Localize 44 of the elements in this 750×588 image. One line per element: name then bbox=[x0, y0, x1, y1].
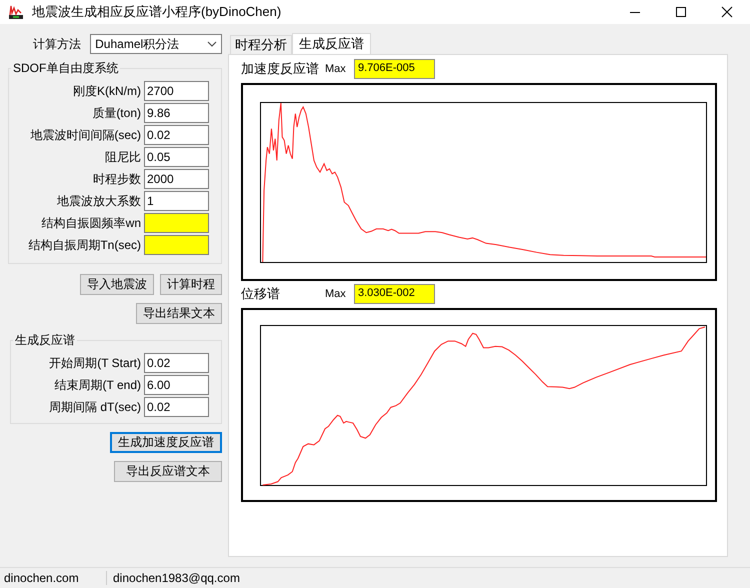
chart-title: 位移谱 bbox=[241, 285, 281, 303]
chevron-icon bbox=[207, 41, 217, 47]
chart-title: 加速度反应谱 bbox=[241, 60, 320, 78]
input-field[interactable]: 0.05 bbox=[144, 147, 209, 167]
field-label: 周期间隔 dT(sec) bbox=[48, 398, 141, 416]
method-dropdown[interactable]: Duhamel积分法 bbox=[90, 34, 222, 54]
input-field[interactable]: 0.02 bbox=[144, 125, 209, 145]
field-label: 刚度K(kN/m) bbox=[73, 82, 141, 100]
window-title: 地震波生成相应反应谱小程序(byDinoChen) bbox=[32, 3, 282, 21]
input-field[interactable] bbox=[144, 213, 209, 233]
button[interactable]: 导出结果文本 bbox=[136, 303, 222, 324]
field-label: 质量(ton) bbox=[92, 104, 141, 122]
method-label: 计算方法 bbox=[33, 36, 82, 52]
button[interactable]: 生成加速度反应谱 bbox=[110, 432, 222, 453]
group-title: 生成反应谱 bbox=[14, 332, 76, 349]
max-value-field: 9.706E-005 bbox=[354, 59, 435, 79]
status-text: dinochen.com bbox=[0, 571, 107, 585]
field-label: 结构自振圆频率wn bbox=[42, 214, 141, 232]
button[interactable]: 计算时程 bbox=[160, 274, 222, 295]
tab[interactable]: 生成反应谱 bbox=[292, 33, 371, 54]
input-field[interactable]: 6.00 bbox=[144, 375, 209, 395]
max-value-field: 3.030E-002 bbox=[354, 284, 435, 304]
app-icon bbox=[8, 4, 24, 20]
field-label: 地震波放大系数 bbox=[57, 192, 141, 210]
field-label: 结束周期(T end) bbox=[54, 376, 141, 394]
input-field[interactable]: 1 bbox=[144, 191, 209, 211]
input-field[interactable] bbox=[144, 235, 209, 255]
field-label: 时程步数 bbox=[93, 170, 141, 188]
input-field[interactable]: 2000 bbox=[144, 169, 209, 189]
input-field[interactable]: 0.02 bbox=[144, 397, 209, 417]
group-title: SDOF单自由度系统 bbox=[12, 60, 120, 77]
status-text: dinochen1983@qq.com bbox=[112, 571, 241, 585]
max-label: Max bbox=[325, 63, 347, 75]
field-label: 结构自振周期Tn(sec) bbox=[28, 236, 141, 254]
field-label: 阻尼比 bbox=[105, 148, 141, 166]
input-field[interactable]: 2700 bbox=[144, 81, 209, 101]
max-label: Max bbox=[325, 288, 347, 300]
button[interactable]: 导入地震波 bbox=[80, 274, 154, 295]
input-field[interactable]: 9.86 bbox=[144, 103, 209, 123]
tab[interactable]: 时程分析 bbox=[230, 35, 292, 54]
input-field[interactable]: 0.02 bbox=[144, 353, 209, 373]
button[interactable]: 导出反应谱文本 bbox=[114, 461, 222, 482]
field-label: 开始周期(T Start) bbox=[49, 354, 141, 372]
field-label: 地震波时间间隔(sec) bbox=[30, 126, 141, 144]
